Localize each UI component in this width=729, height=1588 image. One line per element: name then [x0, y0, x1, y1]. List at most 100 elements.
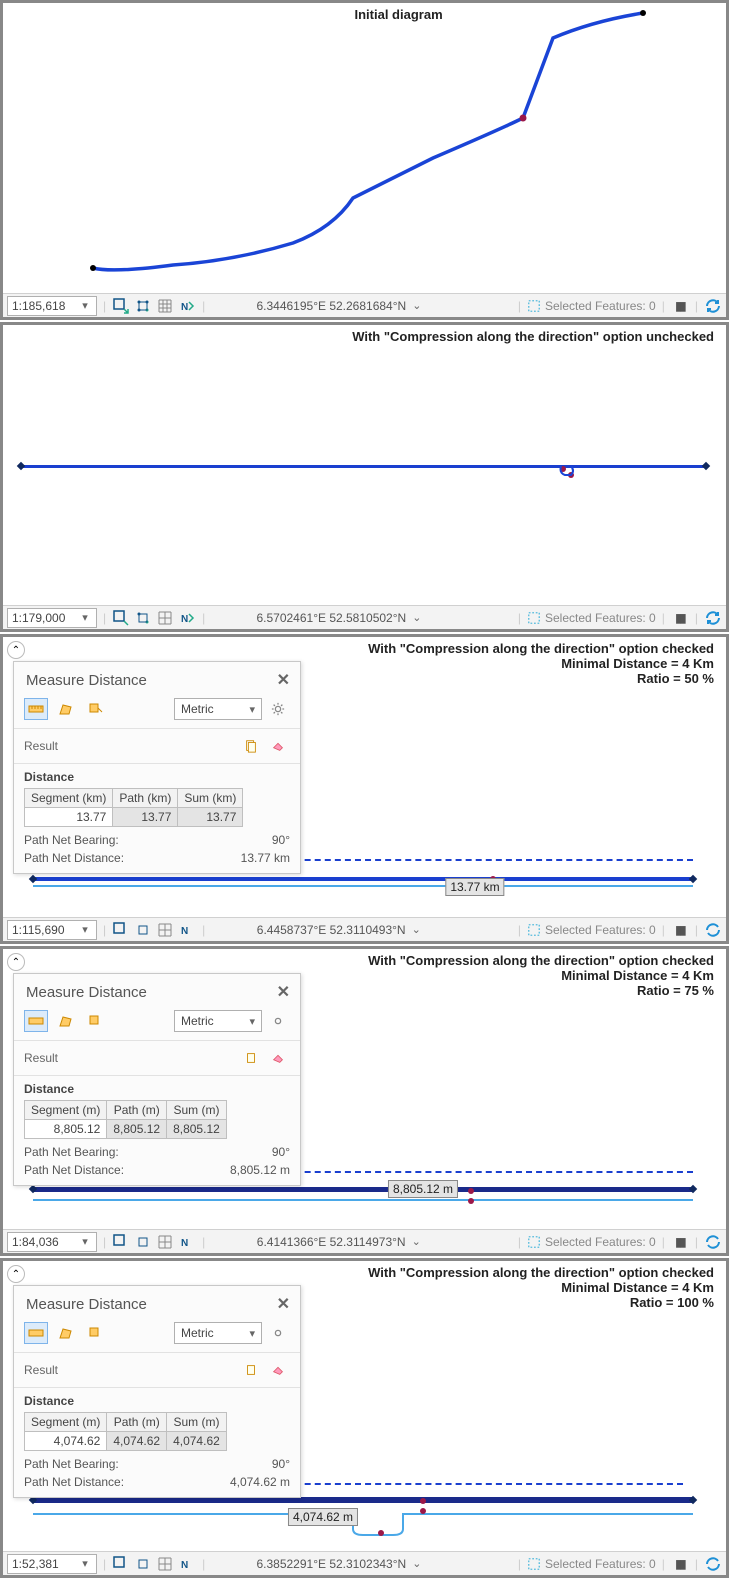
grid-icon[interactable] [156, 297, 174, 315]
chevron-down-icon[interactable]: ▾ [78, 923, 92, 936]
measure-feature-tool[interactable] [84, 698, 108, 720]
measure-area-tool[interactable] [54, 1010, 78, 1032]
selected-features[interactable]: Selected Features: 0 [527, 1235, 656, 1249]
status-bar: 1:52,381▾ | N | 6.3852291°E 52.3102343°N… [3, 1551, 726, 1575]
constraints-icon[interactable] [112, 609, 130, 627]
pause-icon[interactable]: ▮▮ [671, 1555, 689, 1573]
selected-features[interactable]: Selected Features: 0 [527, 299, 656, 313]
pause-icon[interactable]: ▮▮ [671, 921, 689, 939]
copy-icon[interactable] [239, 1359, 263, 1381]
refresh-icon[interactable] [704, 609, 722, 627]
pause-icon[interactable]: ▮▮ [671, 297, 689, 315]
chevron-down-icon[interactable]: ▾ [78, 611, 92, 624]
grid-icon[interactable] [156, 1233, 174, 1251]
gear-icon[interactable] [266, 1322, 290, 1344]
units-dropdown[interactable]: Metric▾ [174, 1010, 262, 1032]
panel-caption: With "Compression along the direction" o… [368, 641, 714, 686]
map-panel: Initial diagram 1:185,618▾ | N | 6.34461… [0, 0, 729, 320]
measure-distance-tool[interactable] [24, 1010, 48, 1032]
snapping-icon[interactable] [134, 609, 152, 627]
chevron-down-icon[interactable]: ▾ [78, 1557, 92, 1570]
grid-icon[interactable] [156, 609, 174, 627]
net-distance-label: Path Net Distance: [24, 1475, 124, 1489]
measure-distance-tool[interactable] [24, 1322, 48, 1344]
net-distance-value: 8,805.12 m [230, 1163, 290, 1177]
direction-icon[interactable]: N [178, 921, 196, 939]
measure-feature-tool[interactable] [84, 1322, 108, 1344]
snapping-icon[interactable] [134, 1555, 152, 1573]
measure-feature-tool[interactable] [84, 1010, 108, 1032]
distance-section-label: Distance [24, 770, 290, 788]
clear-icon[interactable] [266, 735, 290, 757]
scale-input[interactable]: 1:185,618▾ [7, 296, 97, 316]
constraints-icon[interactable] [112, 1233, 130, 1251]
measure-distance-tool[interactable] [24, 698, 48, 720]
direction-icon[interactable]: N [178, 1233, 196, 1251]
copy-icon[interactable] [239, 1047, 263, 1069]
refresh-icon[interactable] [704, 921, 722, 939]
snapping-icon[interactable] [134, 297, 152, 315]
grid-icon[interactable] [156, 921, 174, 939]
copy-icon[interactable] [239, 735, 263, 757]
gear-icon[interactable] [266, 698, 290, 720]
chevron-down-icon[interactable]: ⌄ [412, 1557, 421, 1570]
refresh-icon[interactable] [704, 1233, 722, 1251]
net-distance-value: 4,074.62 m [230, 1475, 290, 1489]
snapping-icon[interactable] [134, 1233, 152, 1251]
map-panel: ⌃ With "Compression along the direction"… [0, 946, 729, 1256]
scale-input[interactable]: 1:52,381▾ [7, 1554, 97, 1574]
units-dropdown[interactable]: Metric▾ [174, 698, 262, 720]
pause-icon[interactable]: ▮▮ [671, 609, 689, 627]
scale-input[interactable]: 1:84,036▾ [7, 1232, 97, 1252]
status-bar: 1:179,000▾ | N | 6.5702461°E 52.5810502°… [3, 605, 726, 629]
constraints-icon[interactable] [112, 1555, 130, 1573]
collapse-button[interactable]: ⌃ [7, 953, 25, 971]
measure-area-tool[interactable] [54, 698, 78, 720]
map-panel: ⌃ With "Compression along the direction"… [0, 1258, 729, 1578]
map-panel: With "Compression along the direction" o… [0, 322, 729, 632]
selected-features[interactable]: Selected Features: 0 [527, 923, 656, 937]
pause-icon[interactable]: ▮▮ [671, 1233, 689, 1251]
chevron-down-icon[interactable]: ⌄ [412, 299, 421, 312]
close-icon[interactable]: ✕ [277, 670, 290, 690]
clear-icon[interactable] [266, 1359, 290, 1381]
refresh-icon[interactable] [704, 1555, 722, 1573]
clear-icon[interactable] [266, 1047, 290, 1069]
direction-icon[interactable]: N [178, 609, 196, 627]
direction-icon[interactable]: N [178, 1555, 196, 1573]
direction-icon[interactable]: N [178, 297, 196, 315]
constraints-icon[interactable] [112, 921, 130, 939]
map-panel: ⌃ With "Compression along the direction"… [0, 634, 729, 944]
measure-area-tool[interactable] [54, 1322, 78, 1344]
chevron-down-icon[interactable]: ▾ [78, 1235, 92, 1248]
snapping-icon[interactable] [134, 921, 152, 939]
collapse-button[interactable]: ⌃ [7, 641, 25, 659]
bearing-label: Path Net Bearing: [24, 1145, 119, 1159]
chevron-down-icon[interactable]: ⌄ [412, 923, 421, 936]
diagram-path [3, 3, 726, 293]
close-icon[interactable]: ✕ [277, 982, 290, 1002]
chevron-down-icon[interactable]: ▾ [78, 299, 92, 312]
result-label: Result [24, 1051, 58, 1065]
map-canvas[interactable]: With "Compression along the direction" o… [3, 637, 726, 917]
selected-features[interactable]: Selected Features: 0 [527, 611, 656, 625]
map-canvas[interactable]: Initial diagram [3, 3, 726, 293]
refresh-icon[interactable] [704, 297, 722, 315]
chevron-down-icon[interactable]: ⌄ [412, 611, 421, 624]
constraints-icon[interactable] [112, 297, 130, 315]
chevron-down-icon[interactable]: ⌄ [412, 1235, 421, 1248]
gear-icon[interactable] [266, 1010, 290, 1032]
map-canvas[interactable]: With "Compression along the direction" o… [3, 949, 726, 1229]
scale-input[interactable]: 1:179,000▾ [7, 608, 97, 628]
status-bar: 1:84,036▾ | N | 6.4141366°E 52.3114973°N… [3, 1229, 726, 1253]
popup-title: Measure Distance [26, 672, 147, 689]
map-canvas[interactable]: With "Compression along the direction" o… [3, 1261, 726, 1551]
scale-input[interactable]: 1:115,690▾ [7, 920, 97, 940]
selected-features[interactable]: Selected Features: 0 [527, 1557, 656, 1571]
grid-icon[interactable] [156, 1555, 174, 1573]
close-icon[interactable]: ✕ [277, 1294, 290, 1314]
status-bar: 1:115,690▾ | N | 6.4458737°E 52.3110493°… [3, 917, 726, 941]
collapse-button[interactable]: ⌃ [7, 1265, 25, 1283]
units-dropdown[interactable]: Metric▾ [174, 1322, 262, 1344]
map-canvas[interactable]: With "Compression along the direction" o… [3, 325, 726, 605]
